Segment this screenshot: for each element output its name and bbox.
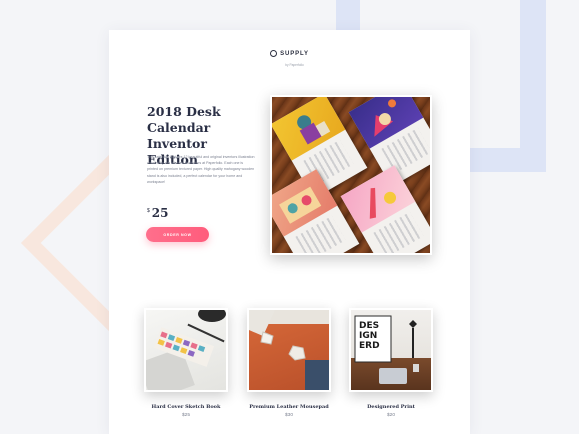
poster-text: DES [359, 321, 379, 331]
page-card: SUPPLY by Paperfolio 2018 Desk Calendar … [109, 30, 470, 434]
svg-text:ERD: ERD [359, 341, 380, 351]
product-name: Premium Leather Mousepad [249, 404, 329, 410]
product-price: $20 [386, 413, 395, 418]
product-description: This calendar features 12 beautiful and … [147, 155, 255, 184]
product-name: Designered Print [367, 404, 415, 410]
product-card[interactable]: Premium Leather Mousepad $30 [247, 308, 331, 418]
brand-tagline: by Paperfolio [285, 63, 304, 67]
logo-ring-icon [270, 50, 278, 57]
brand-name: SUPPLY [280, 50, 309, 57]
product-price: $ 25 [147, 206, 168, 220]
price-value: 25 [151, 206, 169, 220]
product-price: $30 [284, 413, 293, 418]
designer-print-image: DES IGN ERD [349, 308, 433, 392]
mousepad-image [247, 308, 331, 392]
order-now-button[interactable]: ORDER NOW [146, 227, 209, 242]
product-price: $25 [181, 413, 190, 418]
product-card[interactable]: DES IGN ERD Designered Print $20 [349, 308, 433, 418]
hero-product-image [270, 95, 432, 255]
product-name: Hard Cover Sketch Book [151, 404, 221, 410]
svg-text:IGN: IGN [359, 331, 377, 341]
brand-logo[interactable]: SUPPLY by Paperfolio [109, 44, 470, 67]
product-card[interactable]: Hard Cover Sketch Book $25 [144, 308, 228, 418]
sketch-book-image [144, 308, 228, 392]
price-currency: $ [147, 208, 150, 214]
